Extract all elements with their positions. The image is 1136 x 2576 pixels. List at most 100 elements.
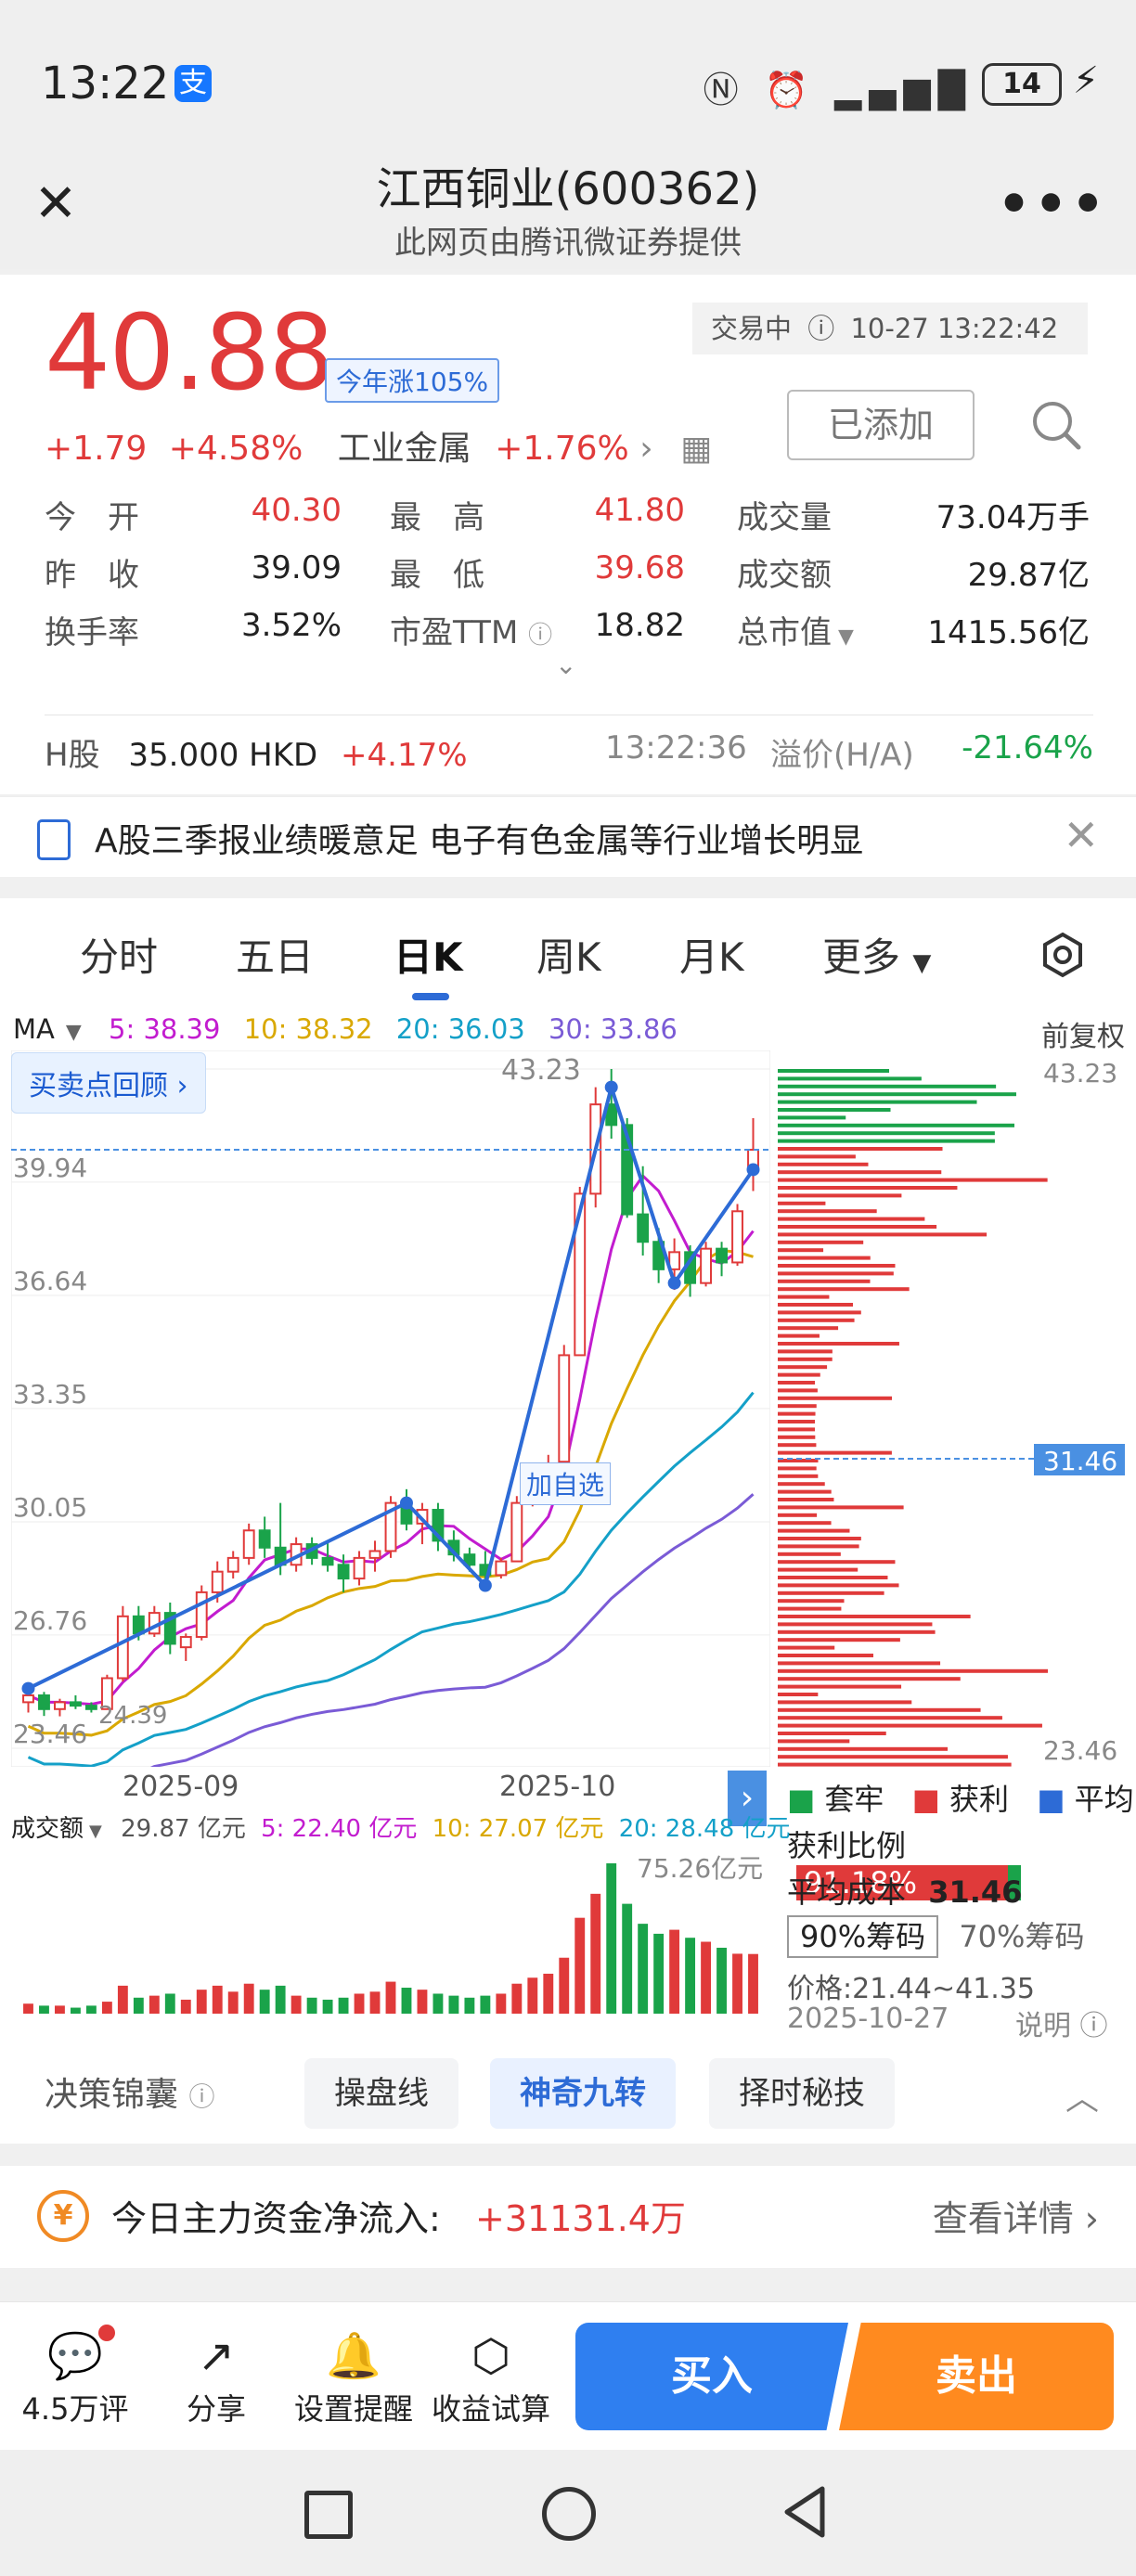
alert-button[interactable]: 🔔 设置提醒 [293, 2326, 414, 2428]
volume-bar [464, 1997, 475, 2014]
price-adjust-toggle[interactable]: 前复权 [1041, 1013, 1125, 1054]
quote-card: 40.88 今年涨105% 交易中 ⓘ 10-27 13:22:42 +1.79… [0, 275, 1136, 794]
volume-bar [101, 2002, 112, 2014]
volume-chart [23, 1863, 758, 2014]
candle-body [716, 1247, 728, 1264]
volume-bar [227, 1991, 239, 2014]
distribution-bar [778, 1615, 971, 1618]
distribution-bar [778, 1264, 896, 1268]
distribution-bar [778, 1693, 819, 1696]
sell-button[interactable]: 卖出 [839, 2323, 1114, 2430]
settings-icon[interactable] [1039, 932, 1086, 978]
volume-bar [511, 1983, 523, 2014]
trade-replay-button[interactable]: 买卖点回顾 › [11, 1052, 206, 1114]
watchlist-added-button[interactable]: 已添加 [787, 390, 975, 460]
trend-point [21, 1681, 35, 1695]
distribution-bar [778, 1420, 816, 1423]
candle-body [337, 1564, 350, 1580]
trade-status-label: 交易中 [711, 313, 793, 344]
tool-timing[interactable]: 择时秘技 [709, 2058, 895, 2129]
flow-detail-link[interactable]: 查看详情 › [933, 2190, 1099, 2241]
comments-button[interactable]: 💬 4.5万评 [15, 2325, 136, 2428]
distribution-bar [778, 1294, 830, 1299]
profit-calc-button[interactable]: ⬡ 收益试算 [431, 2326, 551, 2428]
distribution-bar [778, 1193, 902, 1198]
tool-trading-line[interactable]: 操盘线 [304, 2058, 458, 2129]
trend-point [478, 1578, 492, 1592]
back-icon[interactable] [781, 2485, 828, 2539]
ytd-badge[interactable]: 今年涨105% [325, 358, 500, 403]
buy-button[interactable]: 买入 [575, 2323, 848, 2430]
distribution-bar [778, 1482, 825, 1487]
legend-swatch-profit: ■ [911, 1782, 940, 1817]
chevron-up-icon[interactable]: ︿ [1065, 2071, 1099, 2119]
volume-legend[interactable]: 成交额 ▼ 29.87 亿元 5: 22.40 亿元 10: 27.07 亿元 2… [11, 1810, 791, 1844]
dropdown-icon[interactable]: ▼ [89, 1822, 102, 1841]
distribution-bar [778, 1209, 877, 1214]
ma-legend[interactable]: MA ▼ 5: 38.39 10: 38.32 20: 36.03 30: 33.… [13, 1013, 678, 1045]
capital-flow[interactable]: ¥ 今日主力资金净流入: +31131.4万 查看详情 › [0, 2166, 1136, 2268]
x-tick-oct: 2025-10 [499, 1771, 616, 1803]
close-icon[interactable]: ✕ [28, 176, 84, 232]
tab-daily-k[interactable]: 日K [394, 926, 463, 983]
volume-bar [385, 1981, 396, 2014]
chevron-down-icon[interactable]: ⌄ [555, 650, 576, 680]
volume-bar [23, 2003, 33, 2014]
share-button[interactable]: ↗ 分享 [156, 2326, 277, 2428]
distribution-bar [778, 1443, 817, 1448]
volume-bar [338, 1997, 349, 2014]
tab-more[interactable]: 更多 ▼ [822, 926, 931, 983]
news-headline[interactable]: A股三季报业绩暖意足 电子有色金属等行业增长明显 [95, 814, 863, 862]
distribution-bar [778, 1668, 1049, 1673]
stat-label-mktcap[interactable]: 总市值 ▼ [737, 607, 854, 652]
distribution-bar [778, 1489, 832, 1494]
stat-label-volume: 成交量 [737, 499, 832, 536]
current-price: 40.88 [45, 293, 335, 414]
dropdown-icon[interactable]: ▼ [66, 1021, 82, 1044]
tab-monthly-k[interactable]: 月K [679, 926, 744, 983]
info-icon[interactable]: ⓘ [188, 2081, 214, 2112]
info-icon[interactable]: ⓘ [528, 622, 552, 650]
info-icon[interactable]: ⓘ [1080, 2010, 1108, 2042]
news-banner[interactable]: A股三季报业绩暖意足 电子有色金属等行业增长明显 ✕ [0, 796, 1136, 877]
explain-link[interactable]: 说明 ⓘ [1015, 2003, 1108, 2043]
volume-bar [685, 1938, 696, 2014]
tab-five-day[interactable]: 五日 [236, 926, 314, 983]
volume-bar [275, 1985, 286, 2014]
legend-profit: 获利 [949, 1782, 1010, 1817]
volume-bar [732, 1953, 742, 2014]
battery-icon: 14 [982, 63, 1062, 106]
sector-name[interactable]: 工业金属 [338, 430, 471, 468]
volume-bar [306, 1997, 317, 2014]
info-icon[interactable]: ⓘ [807, 313, 834, 344]
more-icon[interactable]: ••• [998, 174, 1108, 235]
stat-value-mktcap: 1415.56亿 [927, 614, 1090, 651]
ma5-value: 5: 38.39 [109, 1013, 221, 1045]
distribution-bar [778, 1645, 835, 1650]
chevron-right-icon[interactable]: › [639, 430, 652, 468]
stat-label-pe: 市盈TTM ⓘ [390, 614, 553, 651]
grid-icon[interactable]: ▦ [680, 430, 712, 468]
tab-weekly-k[interactable]: 周K [536, 926, 601, 983]
recent-apps-icon[interactable] [304, 2491, 353, 2539]
volume-bar [290, 1995, 302, 2014]
premium-label: 溢价(H/A) [770, 737, 914, 774]
sector-pct: +1.76% [495, 430, 629, 468]
chip70-tab[interactable]: 70%筹码 [959, 1919, 1084, 1954]
premium-value: -21.64% [962, 729, 1093, 766]
candle-body [69, 1701, 82, 1707]
dist-bottom-price: 23.46 [1043, 1735, 1118, 1766]
distribution-bar [778, 1474, 819, 1478]
close-icon[interactable]: ✕ [1063, 810, 1099, 860]
tool-magic-nine[interactable]: 神奇九转 [490, 2058, 676, 2129]
chip90-tab[interactable]: 90%筹码 [787, 1915, 939, 1958]
tab-intraday[interactable]: 分时 [80, 926, 158, 983]
volume-bar [148, 1995, 160, 2014]
home-icon[interactable] [542, 2487, 596, 2541]
distribution-bar [778, 1513, 818, 1517]
distribution-bar [778, 1583, 899, 1588]
h-share-row[interactable]: H股 35.000 HKD +4.17% 13:22:36 溢价(H/A) -2… [45, 729, 1093, 775]
search-icon[interactable] [1030, 399, 1082, 451]
candlestick-chart[interactable]: 43.23 39.94 36.64 33.35 30.05 26.76 23.46 [11, 1050, 770, 1767]
dropdown-icon[interactable]: ▼ [832, 625, 854, 649]
